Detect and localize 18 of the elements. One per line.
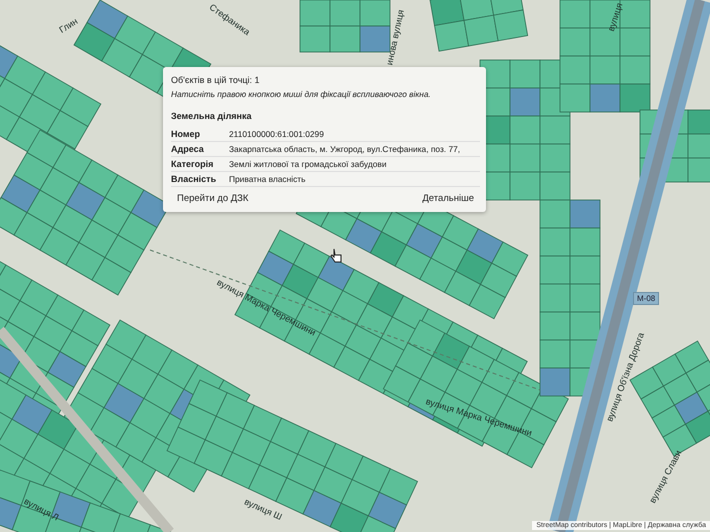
field-value: Землі житлової та громадської забудови	[229, 159, 386, 169]
field-label: Власність	[171, 174, 218, 184]
street-label: инова вулиця	[384, 8, 406, 66]
field-value: 2110100000:61:001:0299	[229, 129, 324, 139]
field-value: Приватна власність	[229, 174, 306, 184]
popup-link-button[interactable]: Детальніше	[416, 191, 480, 206]
popup-link-button[interactable]: Перейти до ДЗК	[171, 191, 254, 206]
hint-text: Натисніть правою кнопкою миші для фіксації вспливаючого вікна.	[171, 89, 432, 99]
field-label: Адреса	[171, 144, 205, 154]
hand-cursor-icon	[330, 248, 342, 264]
field-label: Категорія	[171, 159, 214, 169]
field-label: Номер	[171, 129, 202, 139]
street-label: Глин	[57, 16, 80, 35]
field-value: Закарпатська область, м. Ужгород, вул.Стефаника, поз. 77,	[229, 144, 460, 154]
section-title: Земельна ділянка	[171, 111, 253, 121]
road-number-badge: М-08	[633, 292, 660, 305]
street-label: вулиця	[606, 2, 624, 32]
objects-count: Об'єктів в цій точці: 1	[171, 75, 261, 85]
